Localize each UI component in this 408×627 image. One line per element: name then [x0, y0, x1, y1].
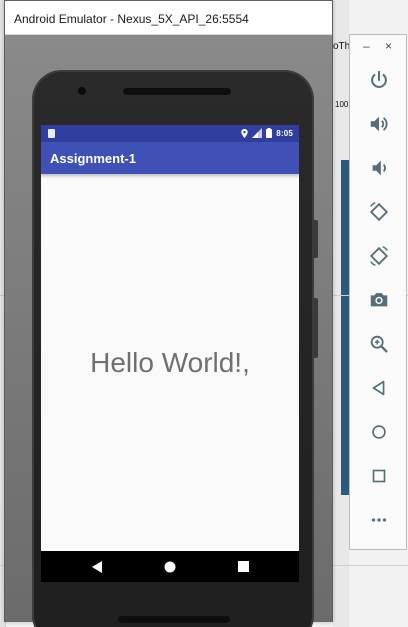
ide-text-fragment: 100 — [335, 100, 349, 109]
emulator-window: Android Emulator - Nexus_5X_API_26:5554 — [4, 0, 333, 627]
rotate-left-icon — [369, 202, 389, 222]
power-icon — [371, 70, 387, 88]
ide-blue-strip — [341, 160, 349, 495]
phone-side-button[interactable] — [314, 220, 318, 258]
toolbar-header: – × — [349, 34, 407, 60]
app-title: Assignment-1 — [50, 151, 136, 166]
toolbar-close-button[interactable]: × — [385, 39, 392, 53]
toolbar-home-button[interactable] — [366, 419, 392, 445]
app-bar: Assignment-1 — [41, 142, 299, 174]
location-icon — [241, 128, 248, 138]
nav-recents-button[interactable] — [225, 551, 261, 582]
volume-down-icon — [372, 160, 386, 176]
back-icon — [91, 560, 102, 573]
hello-world-text: Hello World!, — [90, 347, 250, 378]
camera-icon — [370, 293, 388, 307]
zoom-button[interactable] — [366, 331, 392, 357]
status-time: 8:05 — [276, 128, 293, 138]
status-bar: 8:05 — [41, 125, 299, 142]
zoom-icon — [370, 335, 388, 353]
nav-home-button[interactable] — [152, 551, 188, 582]
toolbar-minimize-button[interactable]: – — [363, 39, 370, 53]
rotate-left-button[interactable] — [366, 199, 392, 225]
top-speaker — [123, 88, 231, 95]
overview-icon — [372, 469, 386, 483]
front-camera — [78, 87, 86, 95]
phone-frame: 8:05 Assignment-1 Hello World!, — [32, 70, 318, 627]
emulator-body: 8:05 Assignment-1 Hello World!, — [5, 35, 332, 627]
back-icon — [372, 380, 385, 396]
emulator-titlebar[interactable]: Android Emulator - Nexus_5X_API_26:5554 — [5, 1, 332, 35]
phone-screen[interactable]: 8:05 Assignment-1 Hello World!, — [41, 125, 299, 582]
power-button[interactable] — [366, 67, 392, 93]
toolbar-back-button[interactable] — [366, 375, 392, 401]
home-icon — [372, 425, 386, 439]
battery-icon — [266, 128, 273, 138]
screenshot-button[interactable] — [366, 287, 392, 313]
recents-icon — [237, 561, 249, 572]
rotate-right-button[interactable] — [366, 243, 392, 269]
volume-up-icon — [370, 116, 388, 132]
rotate-right-icon — [369, 246, 389, 266]
nav-back-button[interactable] — [79, 551, 115, 582]
toolbar-overview-button[interactable] — [366, 463, 392, 489]
bottom-speaker — [118, 616, 230, 623]
volume-up-button[interactable] — [366, 111, 392, 137]
toolbar-more-button[interactable] — [366, 507, 392, 533]
more-icon — [371, 518, 387, 522]
navigation-bar — [41, 551, 299, 582]
home-icon — [164, 561, 176, 572]
phone-side-button[interactable] — [314, 298, 318, 358]
volume-down-button[interactable] — [366, 155, 392, 181]
ide-text-fragment: oTh — [333, 41, 351, 52]
signal-icon — [252, 128, 263, 138]
sim-icon — [48, 129, 55, 138]
window-title: Android Emulator - Nexus_5X_API_26:5554 — [14, 12, 249, 26]
